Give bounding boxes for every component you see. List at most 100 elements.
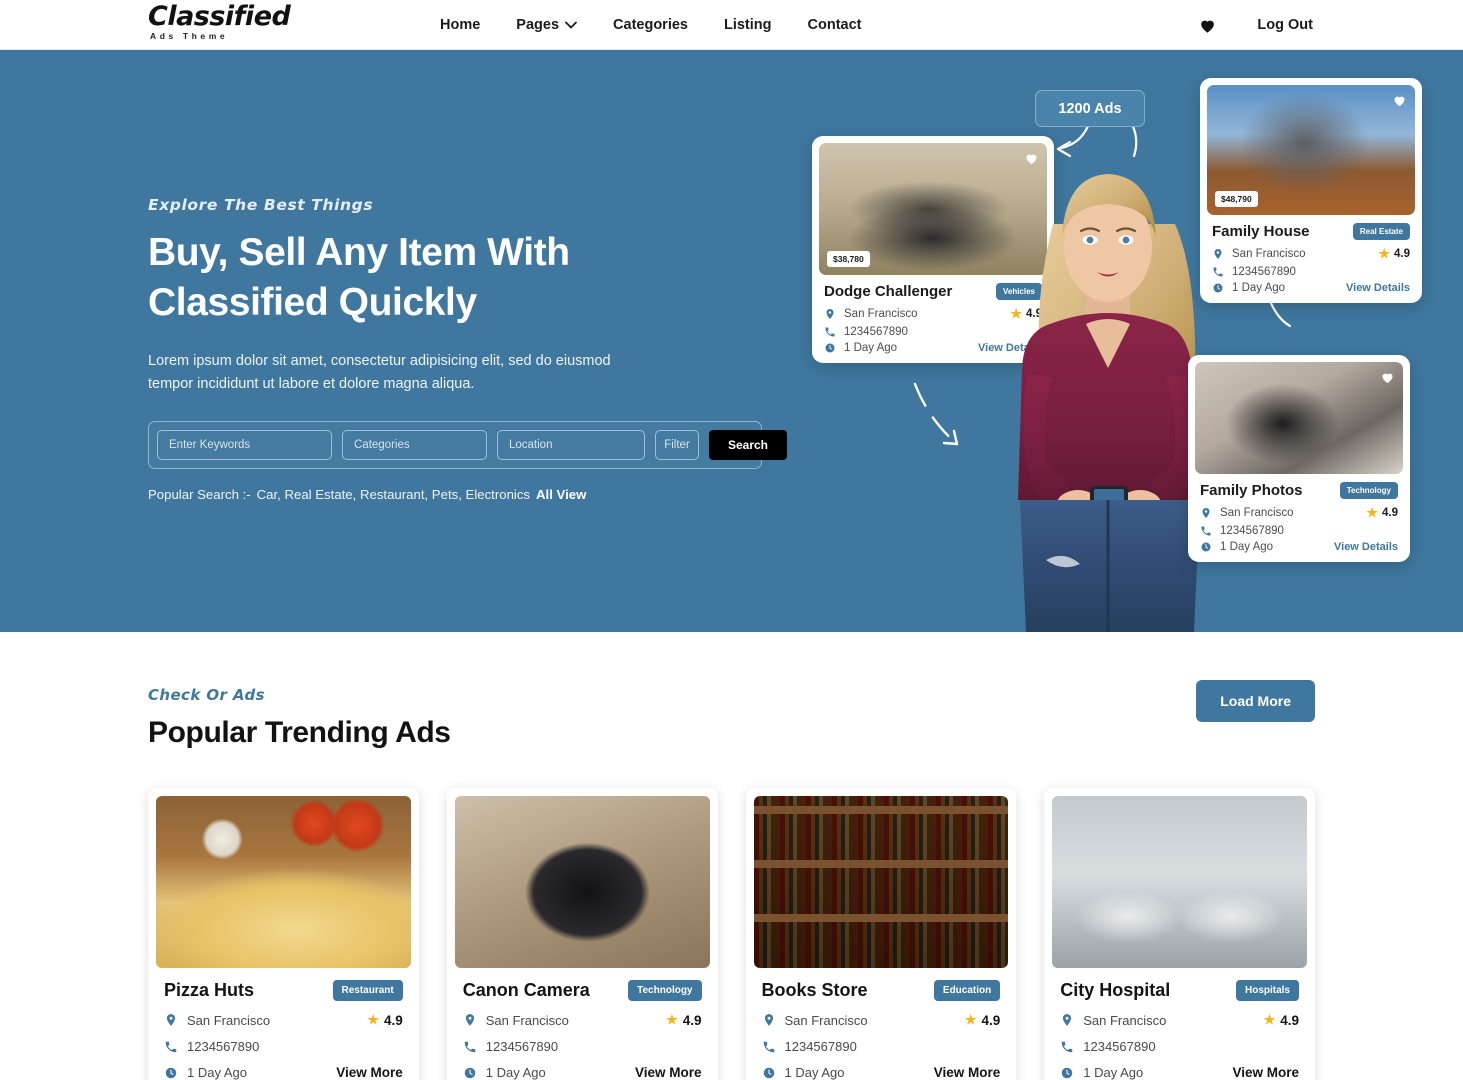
hero-card-realestate-phone: 1234567890 bbox=[1232, 266, 1296, 278]
nav-item-contact[interactable]: Contact bbox=[808, 17, 862, 33]
ad-card-city-hospital[interactable]: City Hospital Hospitals San Francisco ★ … bbox=[1044, 788, 1315, 1080]
location-pin-icon bbox=[166, 1014, 176, 1026]
phone-icon bbox=[763, 1041, 774, 1052]
ad-view-more-link[interactable]: View More bbox=[635, 1065, 702, 1080]
nav-label-home: Home bbox=[440, 17, 481, 33]
section-header: Check Or Ads Popular Trending Ads Load M… bbox=[148, 680, 1315, 750]
trending-ads-section: Check Or Ads Popular Trending Ads Load M… bbox=[0, 632, 1463, 1080]
brand-logo[interactable]: Classified Ads Theme bbox=[148, 3, 291, 41]
nav-label-listing: Listing bbox=[723, 17, 772, 33]
ad-location: San Francisco bbox=[187, 1012, 271, 1028]
ad-image-hospital bbox=[1052, 796, 1307, 968]
hero-card-technology-title: Family Photos bbox=[1200, 482, 1303, 499]
nav-label-categories: Categories bbox=[613, 17, 688, 33]
ad-title: Books Store bbox=[761, 980, 868, 1000]
hero-card-realestate-rating: ★ 4.9 bbox=[1378, 246, 1410, 261]
nav-item-listing[interactable]: Listing bbox=[724, 17, 772, 33]
hero-card-realestate-location: San Francisco bbox=[1232, 248, 1306, 260]
clock-icon bbox=[1213, 283, 1223, 293]
ad-title: Pizza Huts bbox=[164, 980, 255, 1000]
hero-description: Lorem ipsum dolor sit amet, consectetur … bbox=[148, 352, 611, 393]
categories-input[interactable] bbox=[342, 429, 487, 460]
hero-card-technology-image bbox=[1195, 362, 1403, 474]
nav-item-pages[interactable]: Pages bbox=[516, 17, 577, 33]
hero-card-vehicle-price: $38,780 bbox=[827, 251, 870, 267]
ad-card-books-store[interactable]: Books Store Education San Francisco ★ 4.… bbox=[745, 788, 1017, 1080]
keywords-input[interactable] bbox=[157, 429, 332, 460]
hero-card-realestate[interactable]: $48,790 Family House Real Estate San Fra… bbox=[1200, 78, 1422, 303]
popular-search-all-view[interactable]: All View bbox=[536, 487, 586, 502]
search-bar: Filter Search bbox=[148, 420, 787, 469]
location-pin-icon bbox=[465, 1014, 474, 1026]
hero-card-realestate-title: Family House bbox=[1212, 223, 1310, 240]
hero-card-technology-rating: ★ 4.9 bbox=[1366, 505, 1398, 520]
hero-title-line2: Classified Quickly bbox=[148, 280, 477, 324]
ad-image-pizza bbox=[156, 796, 411, 968]
favorite-heart-icon[interactable] bbox=[1380, 370, 1395, 385]
location-input[interactable] bbox=[497, 429, 645, 460]
ad-phone: 1234567890 bbox=[187, 1039, 260, 1054]
hero-illustration: 1200 Ads $38,780 Dodge Challenger Vehicl… bbox=[790, 50, 1463, 632]
phone-icon bbox=[464, 1041, 475, 1052]
ad-image-books bbox=[753, 796, 1009, 968]
favorite-heart-icon[interactable] bbox=[1392, 93, 1407, 108]
phone-icon bbox=[1201, 526, 1211, 536]
pizza-photo bbox=[156, 796, 411, 968]
hero-title-line1: Buy, Sell Any Item With bbox=[148, 231, 570, 274]
nav-item-home[interactable]: Home bbox=[440, 17, 480, 33]
ad-card-pizza-huts[interactable]: Pizza Huts Restaurant San Francisco ★ 4.… bbox=[148, 788, 419, 1080]
ad-rating: ★ 4.9 bbox=[1263, 1012, 1299, 1028]
hero-section: Explore The Best Things Buy, Sell Any It… bbox=[0, 50, 1463, 632]
ad-phone: 1234567890 bbox=[784, 1039, 857, 1054]
phone-icon bbox=[1062, 1041, 1073, 1052]
search-button[interactable]: Search bbox=[709, 429, 787, 460]
location-pin-icon bbox=[1063, 1014, 1072, 1026]
ad-view-more-link[interactable]: View More bbox=[934, 1065, 1001, 1080]
logout-link[interactable]: Log Out bbox=[1257, 17, 1313, 33]
hero-card-realestate-price: $48,790 bbox=[1215, 191, 1258, 207]
ad-location: San Francisco bbox=[1083, 1012, 1167, 1028]
ad-title: Canon Camera bbox=[462, 980, 590, 1000]
ad-category-badge: Technology bbox=[628, 980, 702, 1001]
filter-button[interactable]: Filter bbox=[655, 429, 699, 460]
heart-icon[interactable] bbox=[1198, 16, 1217, 35]
section-heading-group: Check Or Ads Popular Trending Ads bbox=[148, 686, 451, 750]
ad-time: 1 Day Ago bbox=[187, 1065, 247, 1080]
ad-view-more-link[interactable]: View More bbox=[336, 1065, 403, 1080]
hero-card-technology-time: 1 Day Ago bbox=[1220, 541, 1274, 553]
hero-card-realestate-image: $48,790 bbox=[1207, 85, 1415, 215]
main-navigation: Home Pages Categories Listing Contact bbox=[440, 0, 862, 50]
ad-category-badge: Education bbox=[933, 980, 1001, 1001]
hero-card-technology-phone: 1234567890 bbox=[1220, 525, 1284, 537]
chevron-down-icon bbox=[565, 21, 577, 29]
popular-search-terms[interactable]: Car, Real Estate, Restaurant, Pets, Elec… bbox=[257, 487, 530, 502]
clock-icon bbox=[1201, 542, 1211, 552]
clock-icon bbox=[165, 1067, 177, 1078]
hero-card-realestate-view-link[interactable]: View Details bbox=[1346, 282, 1410, 294]
phone-icon bbox=[165, 1041, 177, 1052]
ad-card-body: Canon Camera Technology San Francisco ★ … bbox=[455, 968, 710, 1080]
hero-card-technology-badge: Technology bbox=[1339, 482, 1398, 499]
hero-card-vehicle-phone: 1234567890 bbox=[844, 326, 908, 338]
hero-eyebrow: Explore The Best Things bbox=[148, 196, 374, 214]
section-eyebrow: Check Or Ads bbox=[148, 686, 265, 704]
ad-phone: 1234567890 bbox=[1083, 1039, 1156, 1054]
hero-card-realestate-badge: Real Estate bbox=[1352, 223, 1410, 240]
ad-rating: ★ 4.9 bbox=[964, 1012, 1001, 1028]
hero-card-technology[interactable]: Family Photos Technology San Francisco ★… bbox=[1188, 355, 1410, 562]
ads-count-badge: 1200 Ads bbox=[1035, 90, 1145, 127]
ad-card-canon-camera[interactable]: Canon Camera Technology San Francisco ★ … bbox=[446, 788, 718, 1080]
ad-view-more-link[interactable]: View More bbox=[1232, 1065, 1299, 1080]
ad-time: 1 Day Ago bbox=[784, 1065, 845, 1080]
hero-card-vehicle-title: Dodge Challenger bbox=[824, 283, 953, 300]
star-icon: ★ bbox=[666, 1012, 678, 1027]
ad-card-body: Books Store Education San Francisco ★ 4.… bbox=[754, 968, 1009, 1080]
nav-item-categories[interactable]: Categories bbox=[613, 17, 688, 33]
hero-card-realestate-body: Family House Real Estate San Francisco ★… bbox=[1207, 215, 1415, 303]
location-pin-icon bbox=[1214, 249, 1222, 259]
load-more-button[interactable]: Load More bbox=[1196, 680, 1315, 722]
ad-location: San Francisco bbox=[485, 1012, 569, 1028]
site-header: Classified Ads Theme Home Pages Categori… bbox=[0, 0, 1463, 50]
ad-time: 1 Day Ago bbox=[485, 1065, 546, 1080]
hero-card-technology-view-link[interactable]: View Details bbox=[1334, 541, 1398, 553]
